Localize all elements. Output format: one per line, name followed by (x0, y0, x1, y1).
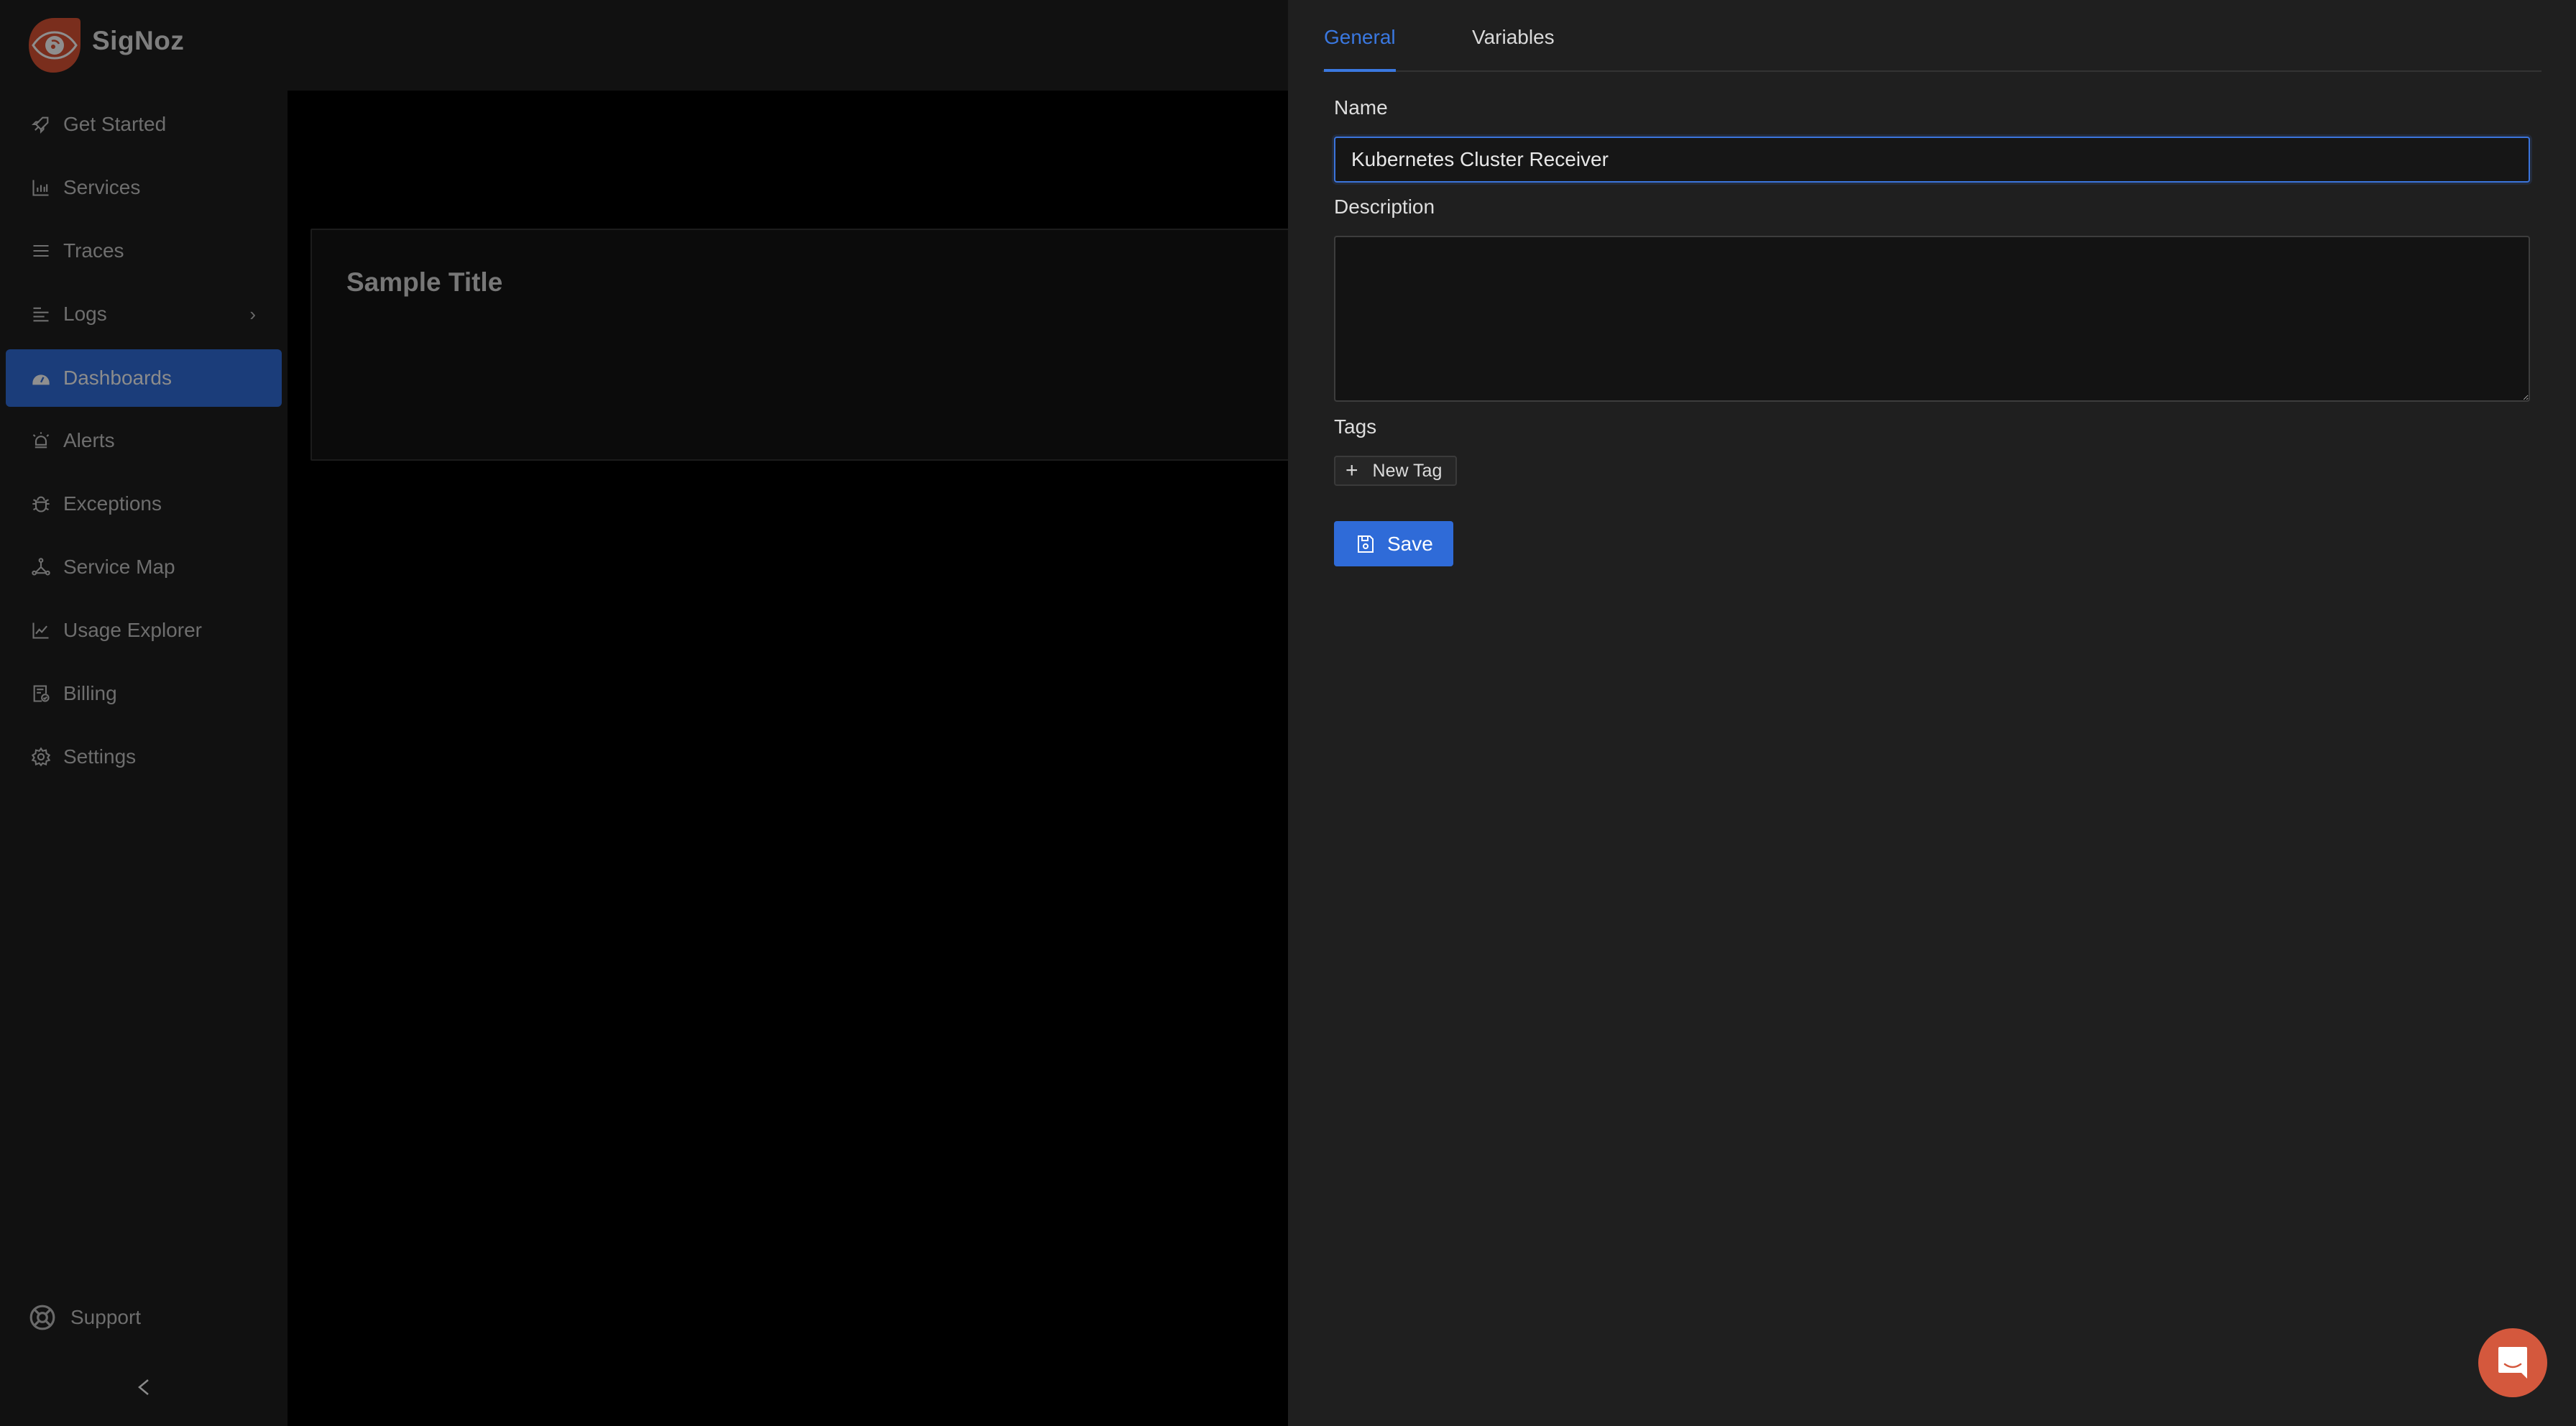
menu-lines-icon (29, 239, 53, 263)
sidebar-item-label: Alerts (63, 429, 115, 451)
sidebar-item-label: Get Started (63, 113, 167, 135)
sidebar-item-dashboards[interactable]: Dashboards (6, 349, 282, 407)
line-chart-icon (29, 618, 53, 643)
dashboard-settings-drawer: General Variables Name Description Tags … (1288, 0, 2576, 1426)
panel-title: Sample Title (346, 267, 503, 297)
tab-general[interactable]: General (1324, 26, 1396, 72)
sidebar-item-logs[interactable]: Logs › (6, 285, 282, 343)
chevron-right-icon[interactable]: › (249, 303, 256, 326)
network-icon (29, 555, 53, 579)
sidebar-item-get-started[interactable]: Get Started (6, 96, 282, 153)
lifebuoy-icon (29, 1305, 55, 1330)
chevron-left-icon (138, 1379, 149, 1395)
sidebar-item-label: Usage Explorer (63, 619, 202, 641)
tags-label: Tags (1334, 415, 1377, 438)
new-tag-label: New Tag (1372, 460, 1443, 481)
sidebar-item-label: Billing (63, 682, 117, 704)
top-header (288, 0, 1288, 91)
sidebar-item-exceptions[interactable]: Exceptions (6, 475, 282, 533)
settings-tabs: General Variables (1322, 0, 2542, 72)
gear-icon (29, 745, 53, 769)
dashboard-panel[interactable]: Sample Title (310, 229, 1317, 461)
new-tag-button[interactable]: + New Tag (1334, 456, 1457, 486)
name-label: Name (1334, 96, 1388, 119)
alarm-siren-icon (29, 428, 53, 453)
sidebar-item-billing[interactable]: Billing (6, 665, 282, 722)
chat-support-button[interactable] (2478, 1328, 2547, 1397)
collapse-sidebar-button[interactable] (135, 1377, 152, 1397)
sidebar-item-label: Traces (63, 239, 124, 262)
sidebar-item-label: Exceptions (63, 492, 162, 515)
save-label: Save (1387, 532, 1433, 555)
description-label: Description (1334, 196, 1435, 218)
tab-variables[interactable]: Variables (1472, 26, 1555, 70)
save-button[interactable]: Save (1334, 521, 1453, 566)
sidebar-item-label: Service Map (63, 556, 175, 578)
sidebar-item-settings[interactable]: Settings (6, 728, 282, 786)
sidebar-item-traces[interactable]: Traces (6, 222, 282, 280)
signoz-logo-icon[interactable] (23, 17, 80, 73)
bug-icon (29, 492, 53, 516)
dashboard-gauge-icon (29, 366, 53, 390)
sidebar-item-alerts[interactable]: Alerts (6, 412, 282, 469)
name-input[interactable] (1334, 137, 2530, 183)
app-name: SigNoz (92, 26, 185, 55)
bar-chart-icon (29, 175, 53, 200)
receipt-check-icon (29, 681, 53, 706)
chat-smile-icon (2498, 1347, 2527, 1379)
sidebar: SigNoz Get Started Services Traces Logs … (0, 0, 288, 1426)
sidebar-item-services[interactable]: Services (6, 159, 282, 216)
support-button[interactable]: Support (29, 1304, 141, 1331)
description-textarea[interactable] (1334, 236, 2530, 402)
sidebar-item-label: Logs (63, 303, 107, 325)
sidebar-item-usage-explorer[interactable]: Usage Explorer (6, 602, 282, 659)
rocket-icon (29, 112, 53, 137)
sidebar-item-label: Settings (63, 745, 137, 768)
save-floppy-icon (1358, 535, 1374, 553)
support-label: Support (70, 1306, 142, 1328)
sidebar-item-service-map[interactable]: Service Map (6, 538, 282, 596)
sidebar-item-label: Dashboards (63, 367, 172, 389)
sidebar-item-label: Services (63, 176, 141, 198)
plus-icon: + (1346, 459, 1358, 482)
align-left-icon (29, 302, 53, 326)
